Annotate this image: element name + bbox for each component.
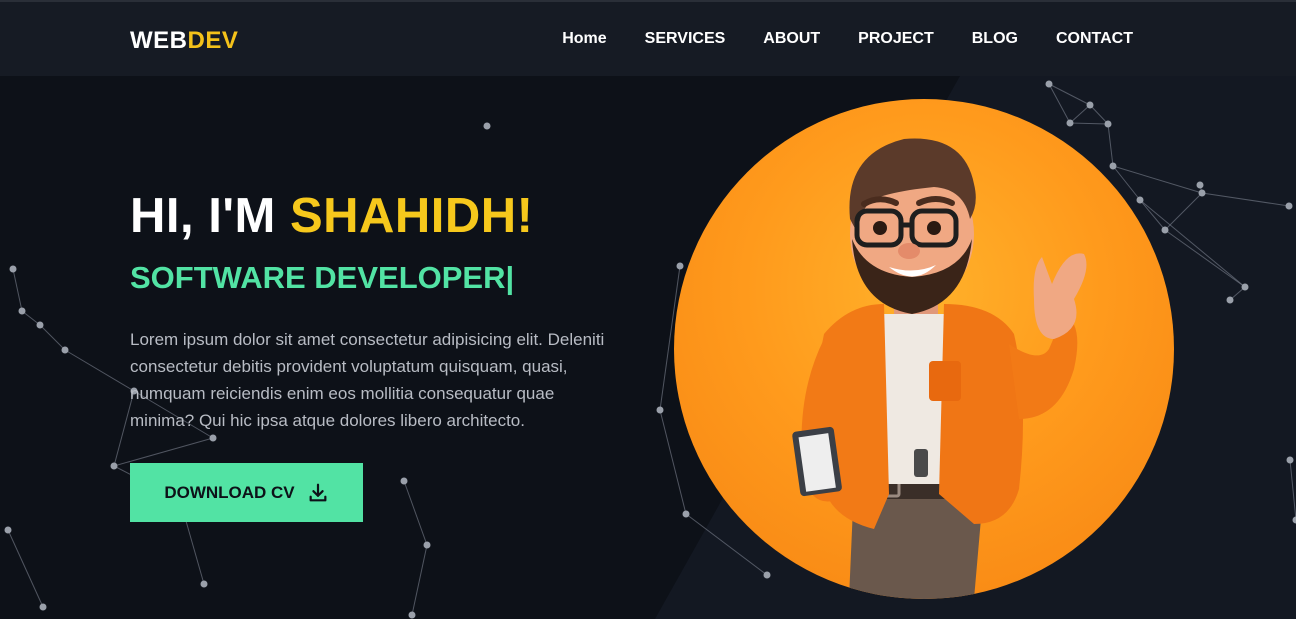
nav-link-services[interactable]: SERVICES: [645, 30, 726, 48]
hero-title: HI, I'M SHAHIDH!: [130, 188, 630, 244]
particle-link: [1201, 192, 1290, 207]
hero-name: SHAHIDH!: [289, 189, 534, 243]
particle-dot: [209, 434, 217, 442]
hero-role: SOFTWARE DEVELOPER|: [130, 260, 630, 296]
particle-dot: [400, 477, 408, 485]
particle-link: [1289, 459, 1296, 521]
avatar-container: [674, 99, 1174, 599]
hero-greeting: HI, I'M: [130, 189, 290, 243]
download-cv-label: DOWNLOAD CV: [164, 482, 295, 502]
nav-link-contact[interactable]: CONTACT: [1056, 30, 1133, 48]
particle-dot: [18, 307, 26, 315]
particle-link: [7, 529, 44, 608]
brand-logo-part1: WEB: [130, 27, 188, 54]
developer-avatar-illustration: [792, 138, 1087, 599]
particle-dot: [1198, 189, 1206, 197]
brand-logo-part2: DEV: [187, 27, 239, 54]
particle-link: [39, 324, 66, 351]
particle-link: [411, 544, 428, 616]
particle-dot: [483, 122, 491, 130]
particle-dot: [4, 526, 12, 534]
particle-dot: [1241, 283, 1249, 291]
particle-link: [113, 437, 214, 467]
particle-dot: [408, 611, 416, 619]
particle-link: [403, 480, 428, 546]
particle-dot: [1226, 296, 1234, 304]
particle-dot: [1292, 516, 1296, 524]
particle-dot: [9, 265, 17, 273]
nav-link-about[interactable]: ABOUT: [763, 30, 820, 48]
particle-dot: [110, 462, 118, 470]
particle-dot: [1286, 456, 1294, 464]
nav-link-home[interactable]: Home: [562, 30, 606, 48]
particle-dot: [39, 603, 47, 611]
download-cv-button[interactable]: DOWNLOAD CV: [130, 463, 363, 522]
particle-dot: [656, 406, 664, 414]
particle-dot: [1045, 80, 1053, 88]
navbar: WEBDEV Home SERVICES ABOUT PROJECT BLOG …: [0, 0, 1296, 76]
avatar-circle: [674, 99, 1174, 599]
typing-caret: |: [505, 260, 515, 295]
brand-logo[interactable]: WEBDEV: [130, 27, 238, 55]
particle-dot: [423, 541, 431, 549]
nav-link-blog[interactable]: BLOG: [972, 30, 1018, 48]
hero-description: Lorem ipsum dolor sit amet consectetur a…: [130, 330, 605, 430]
particle-link: [1164, 229, 1246, 288]
hero-section: HI, I'M SHAHIDH! SOFTWARE DEVELOPER| Lor…: [130, 188, 630, 522]
particle-dot: [61, 346, 69, 354]
particle-link: [12, 268, 23, 312]
particle-dot: [1285, 202, 1293, 210]
particle-dot: [36, 321, 44, 329]
nav-menu: Home SERVICES ABOUT PROJECT BLOG CONTACT: [562, 30, 1133, 48]
particle-dot: [1196, 181, 1204, 189]
particle-dot: [200, 580, 208, 588]
download-icon: [309, 483, 327, 501]
particle-link: [64, 349, 135, 392]
nav-link-project[interactable]: PROJECT: [858, 30, 934, 48]
hero-role-text: SOFTWARE DEVELOPER: [130, 260, 506, 295]
